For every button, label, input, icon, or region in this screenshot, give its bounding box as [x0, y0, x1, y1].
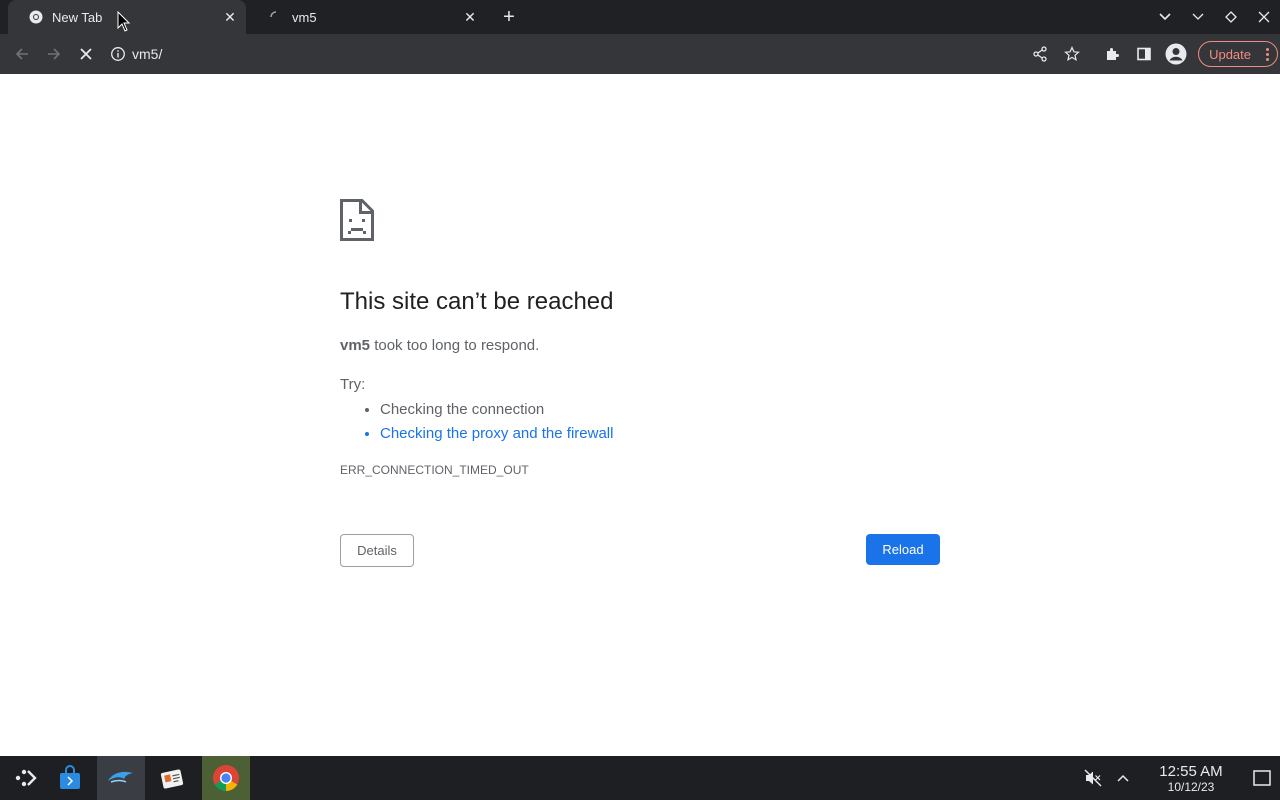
system-tray: 12:55 AM 10/12/23	[1078, 756, 1280, 800]
mouse-cursor-icon	[117, 11, 131, 32]
dolphin-app[interactable]	[97, 756, 145, 800]
suggestion-check-connection: Checking the connection	[380, 398, 613, 422]
share-button[interactable]	[1024, 38, 1056, 70]
sad-page-icon	[340, 199, 374, 241]
close-tab-icon[interactable]: ✕	[460, 7, 480, 27]
error-description: vm5 took too long to respond.	[340, 337, 539, 354]
taskbar: 12:55 AM 10/12/23	[0, 756, 1280, 800]
tab-vm5[interactable]: vm5 ✕	[248, 0, 486, 34]
try-label: Try:	[340, 376, 366, 393]
extensions-button[interactable]	[1096, 38, 1128, 70]
chrome-icon	[28, 9, 44, 25]
clock-date: 10/12/23	[1167, 779, 1215, 794]
bookmark-button[interactable]	[1056, 38, 1088, 70]
close-window-icon[interactable]	[1247, 0, 1280, 34]
url-text[interactable]: vm5/	[132, 46, 162, 62]
error-code: ERR_CONNECTION_TIMED_OUT	[340, 463, 529, 477]
update-label: Update	[1209, 46, 1251, 62]
menu-dots-icon	[1261, 47, 1273, 61]
back-arrow-icon	[15, 48, 28, 60]
suggestion-check-proxy-link[interactable]: Checking the proxy and the firewall	[380, 422, 613, 446]
clock-time: 12:55 AM	[1159, 762, 1223, 780]
dolphin-icon	[108, 771, 133, 783]
update-button[interactable]: Update	[1198, 41, 1278, 67]
back-button[interactable]	[6, 38, 38, 70]
puzzle-icon	[1107, 48, 1120, 60]
close-tab-icon[interactable]: ✕	[220, 7, 240, 27]
chrome-app[interactable]	[202, 756, 250, 800]
side-panel-button[interactable]	[1128, 38, 1160, 70]
app-launcher-icon	[15, 769, 37, 787]
minimize-icon[interactable]	[1181, 0, 1214, 34]
new-tab-button[interactable]: +	[498, 6, 520, 28]
stop-button[interactable]	[70, 38, 102, 70]
chevron-up-icon	[1117, 774, 1129, 782]
show-desktop-button[interactable]	[1244, 756, 1280, 800]
profile-button[interactable]	[1160, 38, 1192, 70]
contacts-icon	[160, 769, 184, 789]
forward-button[interactable]	[38, 38, 70, 70]
share-icon	[1033, 46, 1047, 62]
address-bar[interactable]: vm5/	[110, 38, 1010, 70]
contacts-app[interactable]	[149, 756, 197, 800]
error-title: This site can’t be reached	[340, 288, 614, 315]
tab-title: New Tab	[52, 9, 103, 25]
forward-arrow-icon	[48, 48, 61, 60]
chrome-icon	[213, 765, 239, 792]
desktop-icon	[1253, 770, 1271, 786]
volume-muted-icon	[1084, 769, 1102, 787]
reload-button[interactable]: Reload	[866, 534, 940, 565]
browser-toolbar: vm5/ Update	[0, 34, 1280, 74]
error-description-text: took too long to respond.	[370, 337, 540, 354]
volume-muted-button[interactable]	[1078, 756, 1108, 800]
details-button[interactable]: Details	[340, 534, 414, 567]
side-panel-icon	[1137, 47, 1151, 61]
loading-spinner-icon	[268, 9, 284, 25]
avatar-icon	[1165, 43, 1187, 65]
show-hidden-icons-button[interactable]	[1108, 756, 1138, 800]
store-app[interactable]	[46, 756, 94, 800]
site-info-icon[interactable]	[110, 46, 126, 62]
tab-strip: New Tab ✕ vm5 ✕ +	[0, 0, 1280, 34]
store-icon	[60, 765, 80, 789]
stop-loading-icon	[80, 48, 92, 60]
tab-search-icon[interactable]	[1148, 0, 1181, 34]
maximize-icon[interactable]	[1214, 0, 1247, 34]
error-host: vm5	[340, 337, 371, 354]
app-launcher-button[interactable]	[0, 756, 48, 800]
clock[interactable]: 12:55 AM 10/12/23	[1150, 763, 1232, 794]
suggestion-list: Checking the connection Checking the pro…	[380, 398, 613, 446]
tab-title: vm5	[292, 9, 317, 25]
star-icon	[1064, 46, 1081, 62]
page-content: This site can’t be reached vm5 took too …	[0, 74, 1280, 756]
